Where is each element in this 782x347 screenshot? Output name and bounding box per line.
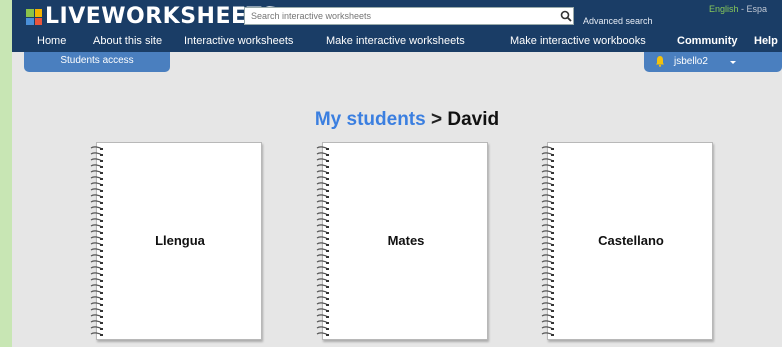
nav-about[interactable]: About this site — [93, 35, 162, 47]
lang-separator: - — [738, 4, 747, 14]
breadcrumb-my-students[interactable]: My students — [315, 109, 426, 130]
lang-espanol-link[interactable]: Espa — [747, 4, 768, 14]
main-content: Students access jsbello2 My students > D… — [12, 52, 782, 347]
notebook-card[interactable]: Llengua — [90, 142, 262, 340]
notebook-title: Llengua — [155, 233, 205, 248]
logo-grid-icon — [26, 9, 42, 25]
username-label: jsbello2 — [674, 56, 708, 67]
search-icon — [560, 10, 572, 22]
site-header: LIVEWORKSHEETS Advanced search English -… — [12, 0, 782, 52]
nav-help[interactable]: Help — [754, 35, 778, 47]
bell-icon — [656, 56, 664, 67]
page-title: My students > David — [12, 109, 782, 131]
site-logo[interactable]: LIVEWORKSHEETS — [26, 6, 278, 28]
students-access-tab[interactable]: Students access — [24, 52, 170, 72]
main-nav: Home About this site Interactive workshe… — [12, 30, 782, 52]
nav-home[interactable]: Home — [37, 35, 66, 47]
lang-english-link[interactable]: English — [709, 4, 739, 14]
nav-make-workbooks[interactable]: Make interactive workbooks — [510, 35, 646, 47]
search-input[interactable] — [244, 7, 574, 25]
nav-make-worksheets[interactable]: Make interactive worksheets — [326, 35, 465, 47]
search-button[interactable] — [558, 8, 574, 24]
nav-community[interactable]: Community — [677, 35, 738, 47]
notebook-card[interactable]: Mates — [316, 142, 488, 340]
notebook-title: Castellano — [598, 233, 664, 248]
language-switcher: English - Espa — [709, 4, 767, 14]
breadcrumb-student-name: David — [447, 109, 500, 130]
advanced-search-link[interactable]: Advanced search — [583, 16, 653, 26]
user-menu[interactable]: jsbello2 — [644, 52, 782, 72]
notebook-title: Mates — [387, 233, 425, 248]
nav-interactive-worksheets[interactable]: Interactive worksheets — [184, 35, 293, 47]
notebook-card[interactable]: Castellano — [541, 142, 713, 340]
breadcrumb-separator: > — [425, 109, 448, 130]
caret-down-icon — [730, 61, 736, 64]
